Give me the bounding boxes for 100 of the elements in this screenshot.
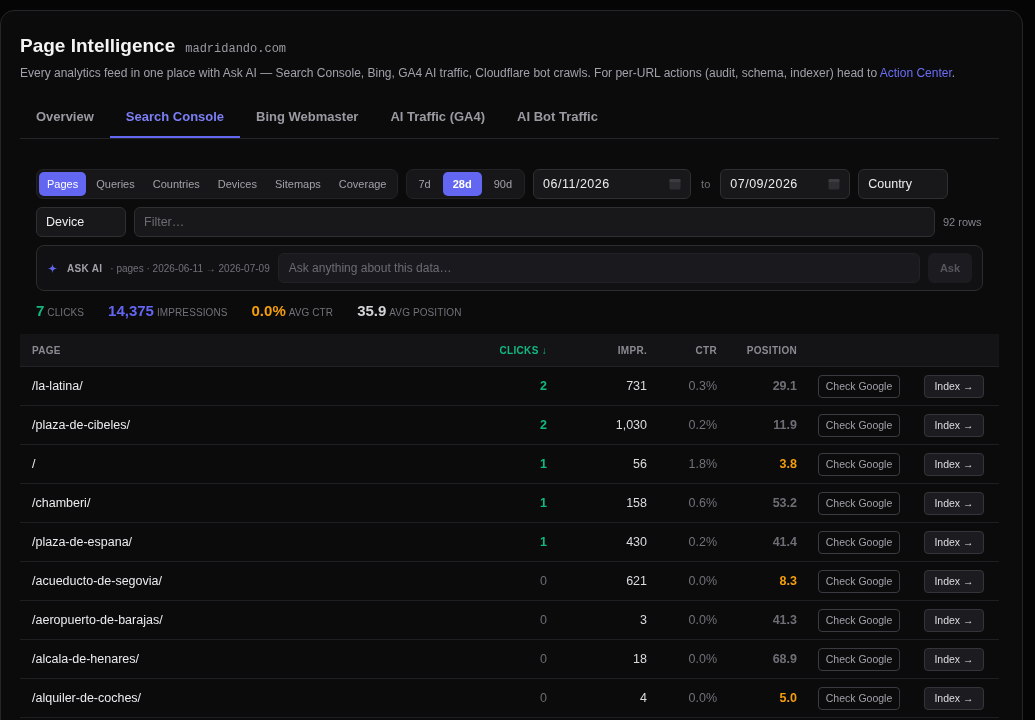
device-select[interactable]: Device xyxy=(36,207,126,237)
view-option[interactable]: Sitemaps xyxy=(266,172,329,196)
check-google-button[interactable]: Check Google xyxy=(818,686,900,710)
end-date-field[interactable]: 07/09/2026 xyxy=(720,169,851,199)
column-header: CTR xyxy=(694,344,717,356)
position-cell-text: 5.0 xyxy=(778,691,797,705)
ctr-cell-text: 0.3% xyxy=(687,379,717,393)
stat-label: AVG CTR xyxy=(288,307,334,318)
country-select[interactable]: Country xyxy=(858,169,949,199)
column-header: POSITION xyxy=(745,344,797,356)
period-option[interactable]: 28d xyxy=(442,172,482,196)
period-option[interactable]: 90d xyxy=(483,172,523,196)
stat-value: 35.9 xyxy=(357,302,387,319)
page-cell-text: /plaza-de-espana/ xyxy=(32,535,134,549)
ctr-cell-text: 1.8% xyxy=(687,457,717,471)
ctr-cell-text: 0.2% xyxy=(687,535,717,549)
view-option[interactable]: Coverage xyxy=(330,172,395,196)
check-google-button[interactable]: Check Google xyxy=(818,569,900,593)
stat-value: 14,375 xyxy=(108,302,154,319)
clicks-cell-text: 0 xyxy=(539,574,547,588)
view-option[interactable]: Queries xyxy=(88,172,143,196)
check-google-button[interactable]: Check Google xyxy=(818,452,900,476)
site-domain: madridando.com xyxy=(185,42,287,56)
tab[interactable]: AI Bot Traffic xyxy=(501,97,614,138)
stat-label: AVG POSITION xyxy=(389,307,462,318)
stat-label: CLICKS xyxy=(47,307,85,318)
position-cell-text: 41.4 xyxy=(771,535,797,549)
action-center-link[interactable]: Action Center xyxy=(879,66,952,80)
index-button[interactable]: Index → xyxy=(924,374,984,398)
index-button[interactable]: Index → xyxy=(924,686,984,710)
ctr-cell-text: 0.0% xyxy=(687,613,717,627)
index-button[interactable]: Index → xyxy=(924,452,984,476)
page-cell-text: /acueducto-de-segovia/ xyxy=(32,574,163,588)
position-cell-text: 11.9 xyxy=(772,418,797,432)
position-cell-text: 53.2 xyxy=(771,496,797,510)
clicks-cell-text: 2 xyxy=(539,418,547,432)
filter-field[interactable]: Filter… xyxy=(134,207,935,237)
page-cell-text: /chamberi/ xyxy=(32,496,92,510)
index-button[interactable]: Index → xyxy=(924,647,984,671)
column-header: IMPR. xyxy=(616,344,647,356)
index-button[interactable]: Index → xyxy=(924,413,984,437)
clicks-cell-text: 1 xyxy=(539,457,547,471)
impressions-cell-text: 1,030 xyxy=(614,418,647,432)
clicks-cell-text: 1 xyxy=(539,496,547,510)
check-google-button[interactable]: Check Google xyxy=(818,374,900,398)
ctr-cell-text: 0.0% xyxy=(687,652,717,666)
ctr-cell-text: 0.6% xyxy=(687,496,717,510)
impressions-cell-text: 430 xyxy=(625,535,647,549)
tab[interactable]: Bing Webmaster xyxy=(240,97,375,138)
impressions-cell-text: 731 xyxy=(625,379,647,393)
position-cell-text: 68.9 xyxy=(771,652,797,666)
tab[interactable]: AI Traffic (GA4) xyxy=(374,97,502,138)
check-google-button[interactable]: Check Google xyxy=(818,491,900,515)
page-title: Page Intelligence xyxy=(20,34,176,58)
page-cell-text: /la-latina/ xyxy=(32,379,84,393)
tab[interactable]: Search Console xyxy=(109,97,241,138)
index-button[interactable]: Index → xyxy=(924,491,984,515)
view-option[interactable]: Pages xyxy=(39,172,87,196)
check-google-button[interactable]: Check Google xyxy=(818,647,900,671)
index-button[interactable]: Index → xyxy=(924,608,984,632)
impressions-cell-text: 4 xyxy=(639,691,647,705)
impressions-cell-text: 621 xyxy=(625,574,647,588)
column-header[interactable]: CLICKS ↓ xyxy=(447,344,547,356)
position-cell-text: 3.8 xyxy=(778,457,797,471)
stat-label: IMPRESSIONS xyxy=(156,307,228,318)
view-option[interactable]: Devices xyxy=(209,172,265,196)
check-google-button[interactable]: Check Google xyxy=(818,608,900,632)
stat-value: 0.0% xyxy=(251,302,286,319)
clicks-cell-text: 0 xyxy=(539,691,547,705)
sparkle-icon xyxy=(48,263,57,273)
page-cell-text: / xyxy=(32,457,37,471)
position-cell-text: 41.3 xyxy=(771,613,797,627)
description: Every analytics feed in one place with Ask AI — Search Console, Bing, GA4 AI traffic, Cloudflare bot crawls. For per-URL actions (audit, schema, indexer) head to Action Center. xyxy=(20,65,957,81)
calendar-icon[interactable] xyxy=(828,178,841,190)
impressions-cell-text: 3 xyxy=(639,613,647,627)
impressions-cell-text: 158 xyxy=(625,496,647,510)
calendar-icon[interactable] xyxy=(669,178,682,190)
start-date-field[interactable]: 06/11/2026 xyxy=(533,169,692,199)
clicks-cell-text: 1 xyxy=(539,535,547,549)
ctr-cell-text: 0.0% xyxy=(687,691,717,705)
page-cell-text: /alquiler-de-coches/ xyxy=(32,691,143,705)
tab[interactable]: Overview xyxy=(20,97,110,138)
position-cell-text: 8.3 xyxy=(778,574,797,588)
check-google-button[interactable]: Check Google xyxy=(818,413,900,437)
row-count: 92 rows xyxy=(943,216,983,228)
impressions-cell-text: 56 xyxy=(632,457,647,471)
period-option[interactable]: 7d xyxy=(408,172,441,196)
date-separator: to xyxy=(700,178,712,190)
clicks-cell-text: 0 xyxy=(539,652,547,666)
ctr-cell-text: 0.2% xyxy=(687,418,717,432)
ctr-cell-text: 0.0% xyxy=(687,574,717,588)
page-cell-text: /alcala-de-henares/ xyxy=(32,652,140,666)
clicks-cell-text: 2 xyxy=(539,379,547,393)
view-option[interactable]: Countries xyxy=(144,172,208,196)
stat-value: 7 xyxy=(36,302,45,319)
index-button[interactable]: Index → xyxy=(924,530,984,554)
page-cell-text: /aeropuerto-de-barajas/ xyxy=(32,613,164,627)
check-google-button[interactable]: Check Google xyxy=(818,530,900,554)
position-cell-text: 29.1 xyxy=(771,379,797,393)
index-button[interactable]: Index → xyxy=(924,569,984,593)
